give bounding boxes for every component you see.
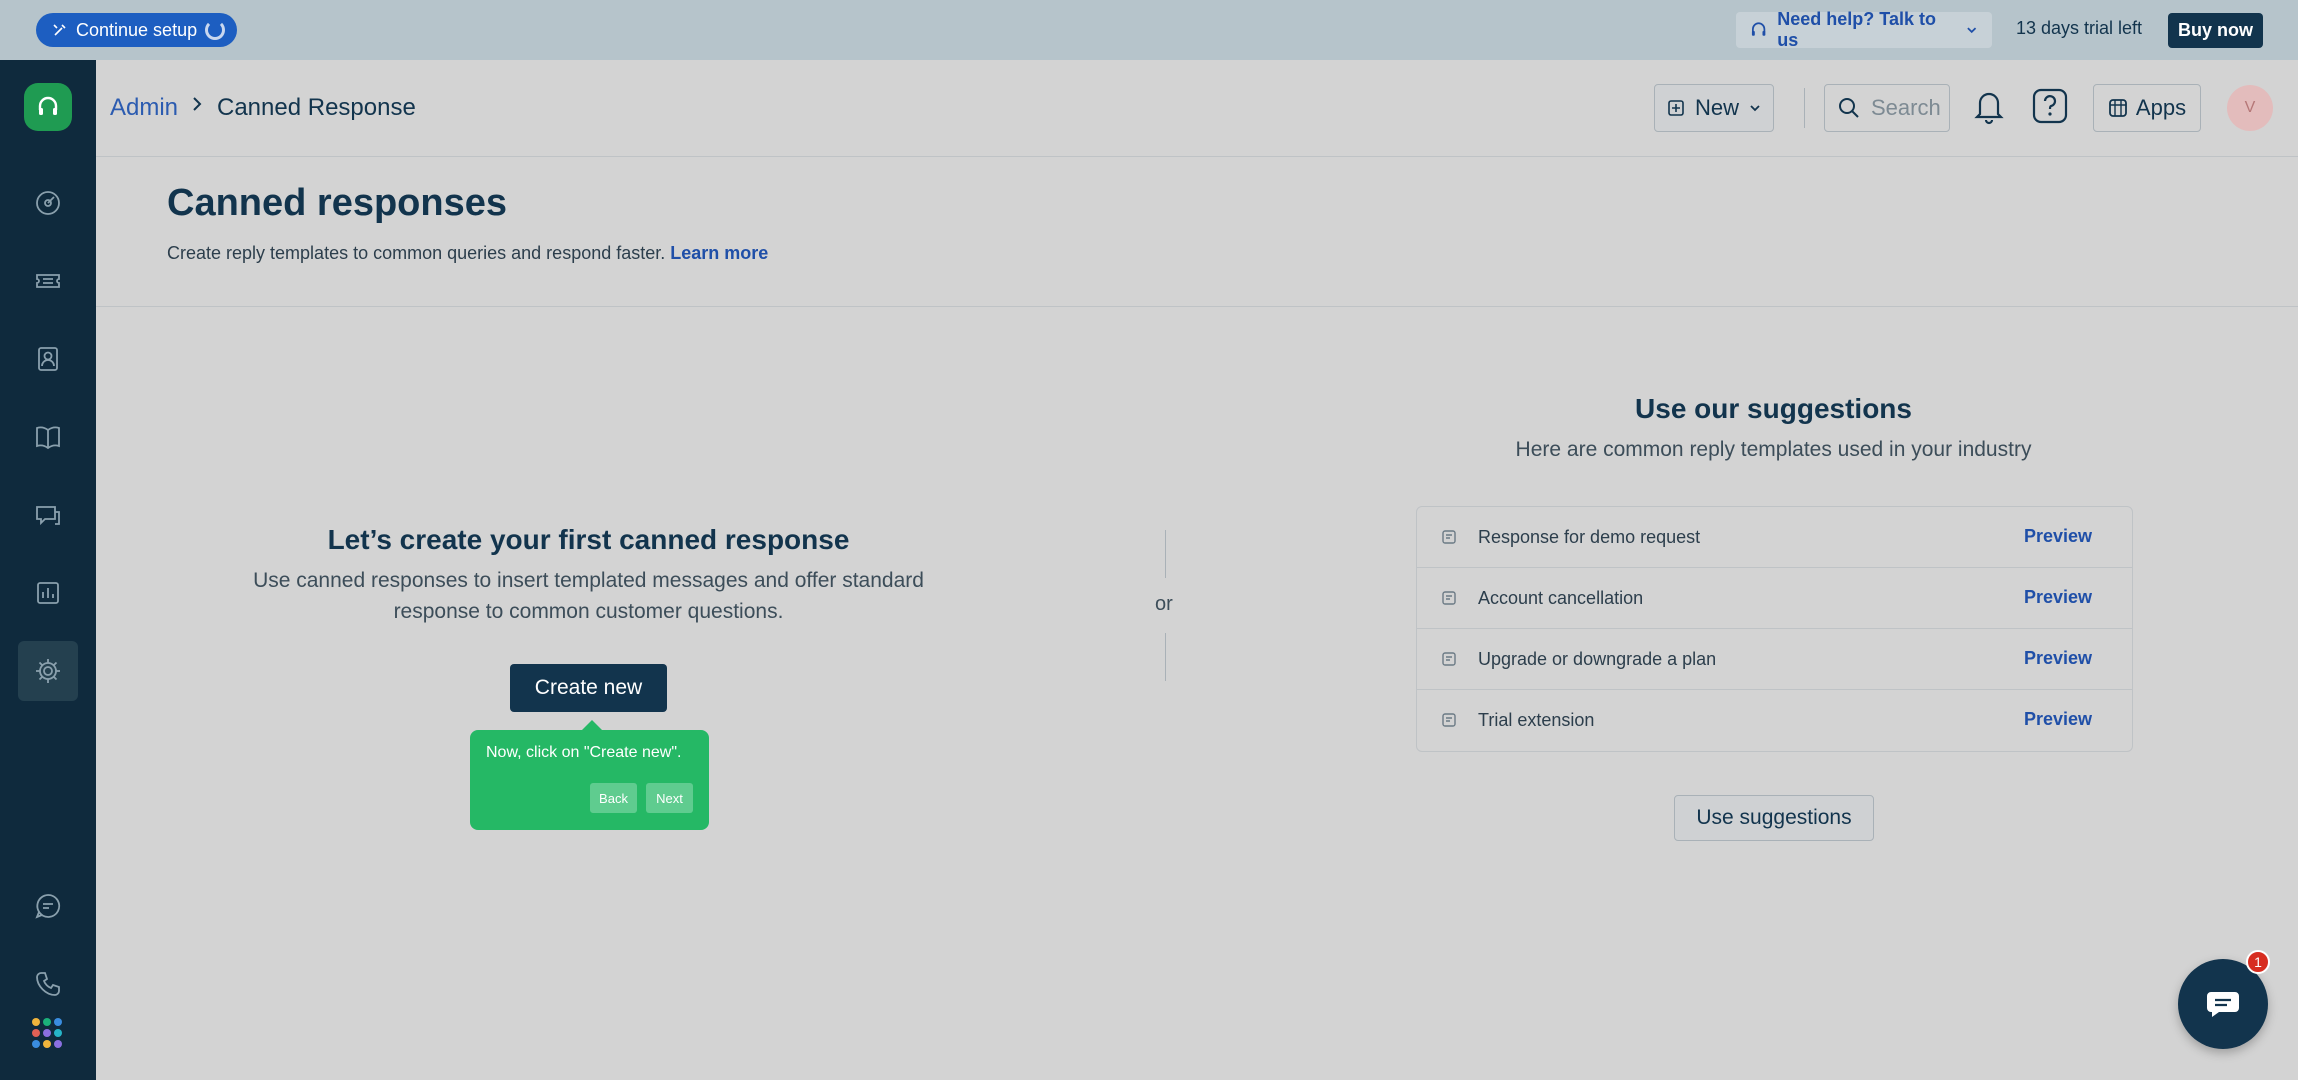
tools-icon xyxy=(53,24,66,36)
page-heading-section: Canned responses Create reply templates … xyxy=(96,157,2298,307)
breadcrumb-current: Canned Response xyxy=(217,94,416,121)
admin-gear-icon[interactable] xyxy=(18,641,78,701)
notification-bell-icon[interactable] xyxy=(1972,86,2006,126)
analytics-icon[interactable] xyxy=(18,563,78,623)
template-icon xyxy=(1442,713,1456,727)
sidebar xyxy=(0,60,96,1080)
template-icon xyxy=(1442,530,1456,544)
empty-state-title: Let’s create your first canned response xyxy=(327,524,850,555)
page-description-text: Create reply templates to common queries… xyxy=(167,243,666,263)
create-new-button[interactable]: Create new xyxy=(510,664,667,712)
suggestion-label: Trial extension xyxy=(1478,710,1595,730)
or-divider-top xyxy=(1165,530,1166,578)
phone-icon[interactable] xyxy=(18,954,78,1014)
breadcrumb-admin-link[interactable]: Admin xyxy=(110,94,178,122)
list-item: Upgrade or downgrade a plan Preview xyxy=(1417,629,2132,690)
dashboard-icon[interactable] xyxy=(18,173,78,233)
apps-label: Apps xyxy=(2135,95,2187,120)
or-divider-bottom xyxy=(1165,633,1166,681)
headset-logo-icon[interactable] xyxy=(24,83,72,131)
suggestions-title: Use our suggestions xyxy=(1635,393,1912,424)
learn-more-link[interactable]: Learn more xyxy=(670,243,768,263)
page-header: Admin Canned Response New Search Apps V xyxy=(96,60,2298,157)
tooltip-next-button[interactable]: Next xyxy=(646,783,693,813)
template-icon xyxy=(1442,652,1456,666)
help-dropdown[interactable]: Need help? Talk to us xyxy=(1736,9,1992,50)
list-item: Trial extension Preview xyxy=(1417,690,2132,751)
onboarding-tooltip: Now, click on "Create new". Back Next xyxy=(470,720,709,830)
chevron-down-icon xyxy=(1966,27,1976,34)
empty-state-description: Use canned responses to insert templated… xyxy=(253,569,924,623)
avatar[interactable]: V xyxy=(2227,85,2273,131)
new-label: New xyxy=(1694,95,1739,120)
solutions-icon[interactable] xyxy=(18,407,78,467)
contacts-icon[interactable] xyxy=(18,329,78,389)
preview-link[interactable]: Preview xyxy=(2024,648,2092,669)
help-question-icon[interactable] xyxy=(2030,86,2070,126)
page-title: Canned responses xyxy=(167,182,507,224)
template-icon xyxy=(1442,591,1456,605)
buy-now-button[interactable]: Buy now xyxy=(2168,13,2263,48)
header-divider xyxy=(1804,88,1805,128)
list-item: Response for demo request Preview xyxy=(1417,507,2132,568)
chat-icon[interactable] xyxy=(18,876,78,936)
search-placeholder: Search xyxy=(1871,95,1941,120)
preview-link[interactable]: Preview xyxy=(2024,587,2092,608)
suggestion-label: Account cancellation xyxy=(1478,588,1644,608)
continue-setup-label: Continue setup xyxy=(76,19,198,40)
suggestions-list: Response for demo request Preview Accoun… xyxy=(1416,506,2133,752)
preview-link[interactable]: Preview xyxy=(2024,526,2092,547)
use-suggestions-button[interactable]: Use suggestions xyxy=(1674,795,1874,841)
apps-store-icon xyxy=(2109,99,2127,117)
tickets-icon[interactable] xyxy=(18,251,78,311)
top-banner: Continue setup Need help? Talk to us 13 … xyxy=(0,0,2298,60)
chevron-right-icon xyxy=(193,97,202,111)
loading-spinner-icon xyxy=(205,20,226,40)
forums-icon[interactable] xyxy=(18,485,78,545)
chat-bubble-icon xyxy=(2207,992,2239,1017)
trial-days-text: 13 days trial left xyxy=(2016,18,2143,38)
or-text: or xyxy=(1155,593,1173,615)
suggestion-label: Upgrade or downgrade a plan xyxy=(1478,649,1717,669)
page-description: Create reply templates to common queries… xyxy=(167,243,768,264)
preview-link[interactable]: Preview xyxy=(2024,709,2092,730)
help-label: Need help? Talk to us xyxy=(1777,9,1936,50)
search-icon xyxy=(1839,98,1859,118)
chat-unread-badge: 1 xyxy=(2246,950,2270,974)
tooltip-back-button[interactable]: Back xyxy=(590,783,637,813)
continue-setup-button[interactable]: Continue setup xyxy=(36,13,238,47)
suggestions-description: Here are common reply templates used in … xyxy=(1515,438,2032,461)
headset-icon xyxy=(1751,22,1766,36)
tooltip-text: Now, click on "Create new". xyxy=(486,744,682,761)
search-input[interactable]: Search xyxy=(1824,84,1950,132)
plus-square-icon xyxy=(1668,100,1684,116)
new-button[interactable]: New xyxy=(1654,84,1774,132)
suggestion-label: Response for demo request xyxy=(1478,527,1701,547)
list-item: Account cancellation Preview xyxy=(1417,568,2132,629)
app-switcher-icon[interactable] xyxy=(32,1018,62,1048)
apps-button[interactable]: Apps xyxy=(2093,84,2201,132)
chevron-down-icon xyxy=(1750,105,1760,112)
